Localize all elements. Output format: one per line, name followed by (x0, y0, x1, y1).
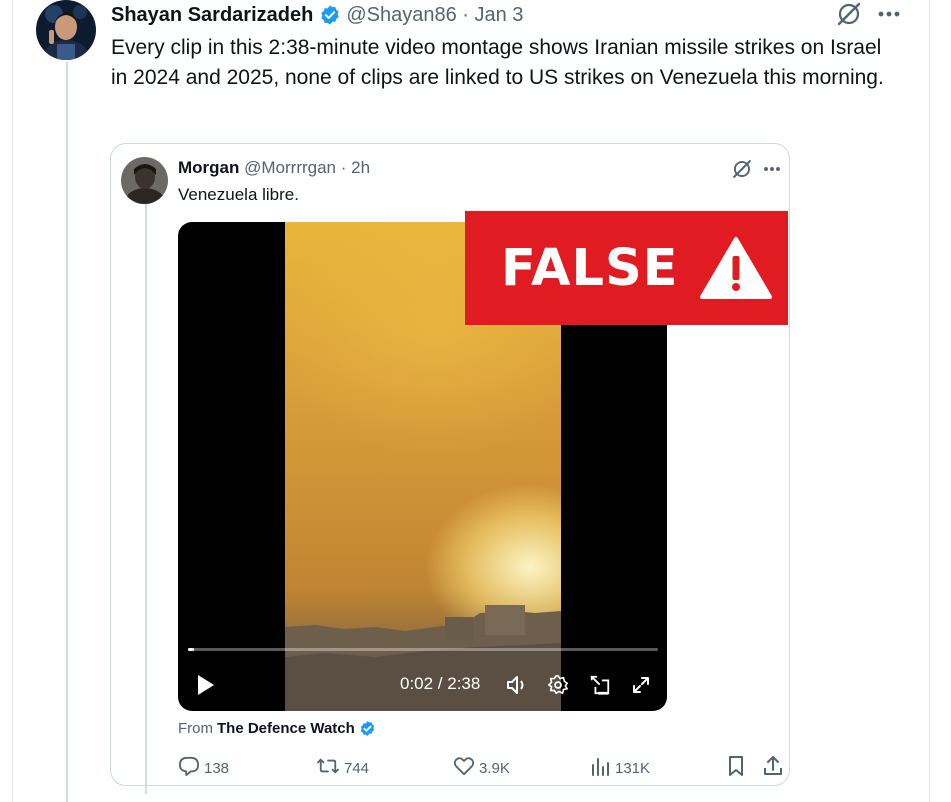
author-handle[interactable]: @Shayan86 (346, 4, 456, 27)
false-label-text: FALSE (501, 238, 679, 298)
thread-line (66, 62, 68, 802)
play-icon[interactable] (193, 673, 217, 697)
false-label-banner: FALSE (465, 211, 788, 325)
grok-icon[interactable] (835, 0, 863, 28)
reply-icon (178, 756, 204, 780)
quoted-author-name[interactable]: Morgan (178, 158, 239, 177)
video-source-prefix: From (178, 720, 213, 737)
like-icon (453, 756, 479, 780)
repost-icon (316, 756, 344, 780)
repost-button[interactable]: 744 (316, 757, 369, 779)
tweet-header: Shayan Sardarizadeh @Shayan86 · Jan 3 (111, 2, 523, 28)
reply-button[interactable]: 138 (178, 756, 230, 780)
warning-icon (699, 236, 773, 300)
quoted-top-actions (731, 158, 781, 180)
bookmark-button[interactable] (727, 755, 749, 781)
views-icon (591, 756, 615, 780)
grok-icon[interactable] (731, 158, 753, 180)
tweet-text: Every clip in this 2:38-minute video mon… (111, 36, 884, 89)
tweet-date[interactable]: Jan 3 (474, 4, 523, 27)
quoted-separator-dot: · (336, 158, 352, 177)
views-button[interactable]: 131K (591, 757, 650, 779)
quoted-author-avatar[interactable] (121, 157, 168, 204)
verified-badge-icon (359, 720, 376, 737)
video-progress-track[interactable] (188, 648, 658, 651)
volume-icon[interactable] (504, 672, 530, 698)
fullscreen-icon[interactable] (628, 672, 654, 698)
more-icon[interactable] (763, 166, 781, 172)
quoted-text: Venezuela libre. (178, 185, 299, 204)
video-source-name[interactable]: The Defence Watch (217, 720, 355, 737)
bookmark-icon (727, 755, 749, 781)
separator-dot: · (456, 3, 475, 26)
video-progress-fill (188, 648, 195, 651)
author-avatar[interactable] (36, 0, 96, 60)
reply-count: 138 (204, 759, 230, 777)
like-count: 3.9K (479, 759, 510, 777)
timeline-border-right (929, 0, 930, 802)
quoted-time[interactable]: 2h (351, 158, 370, 177)
like-button[interactable]: 3.9K (453, 757, 510, 779)
share-button[interactable] (763, 755, 787, 781)
views-count: 131K (615, 759, 651, 777)
timeline-border-left (12, 0, 13, 802)
quoted-header: Morgan @Morrrrgan · 2h (178, 158, 370, 178)
verified-badge-icon (319, 4, 341, 26)
share-icon (763, 755, 787, 781)
author-name[interactable]: Shayan Sardarizadeh (111, 4, 313, 27)
dock-icon[interactable] (587, 672, 613, 698)
settings-icon[interactable] (545, 672, 571, 698)
video-time: 0:02 / 2:38 (400, 674, 481, 693)
quoted-thread-line (145, 204, 147, 794)
tweet-top-actions (835, 0, 901, 28)
quoted-author-handle[interactable]: @Morrrrgan (244, 158, 336, 177)
repost-count: 744 (344, 759, 370, 777)
more-icon[interactable] (877, 10, 901, 18)
video-source: From The Defence Watch (178, 720, 376, 737)
